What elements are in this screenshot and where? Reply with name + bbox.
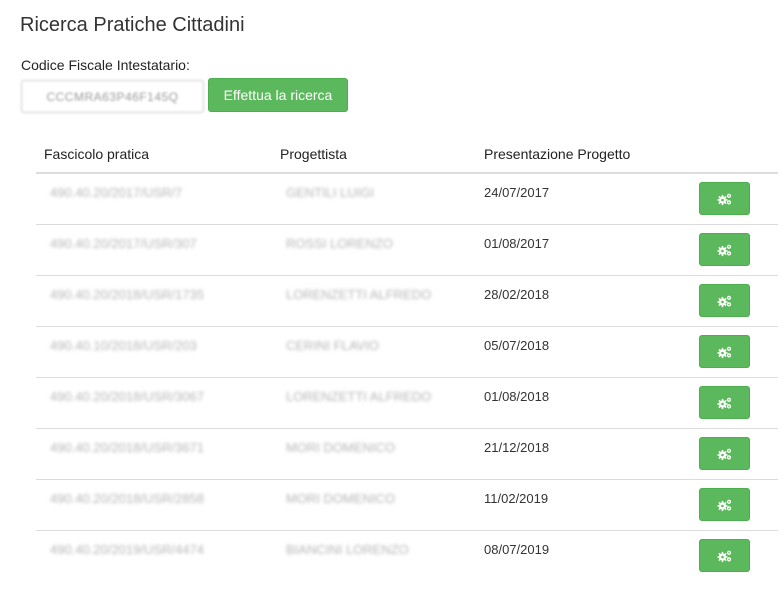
- cell-presentazione: 11/02/2019: [484, 491, 549, 506]
- header-presentazione: Presentazione Progetto: [484, 146, 631, 162]
- cell-fascicolo: 490.40.20/2017/USR/7: [50, 185, 183, 200]
- cell-progettista: MORI DOMENICO: [286, 440, 396, 455]
- row-action-button[interactable]: [699, 488, 750, 521]
- cell-fascicolo: 490.40.20/2018/USR/3671: [50, 440, 204, 455]
- cell-fascicolo: 490.40.20/2018/USR/3067: [50, 389, 204, 404]
- table-row: 490.40.20/2018/USR/3671 MORI DOMENICO 21/1…: [36, 429, 778, 480]
- table-header: Fascicolo pratica Progettista Presentazi…: [36, 138, 778, 174]
- cell-fascicolo: 490.40.20/2017/USR/307: [50, 236, 197, 251]
- cell-presentazione: 08/07/2019: [484, 542, 550, 557]
- cell-fascicolo: 490.40.20/2019/USR/4474: [50, 542, 204, 557]
- cell-progettista: LORENZETTI ALFREDO: [286, 287, 432, 302]
- cell-progettista: LORENZETTI ALFREDO: [286, 389, 432, 404]
- row-action-button[interactable]: [699, 233, 750, 266]
- results-table: Fascicolo pratica Progettista Presentazi…: [36, 138, 778, 581]
- cell-presentazione: 01/08/2018: [484, 389, 550, 404]
- cell-progettista: GENTILI LUIGI: [286, 185, 375, 200]
- gears-icon: [716, 498, 733, 512]
- page-title: Ricerca Pratiche Cittadini: [20, 14, 245, 36]
- cell-fascicolo: 490.40.20/2018/USR/2858: [50, 491, 204, 506]
- cell-fascicolo: 490.40.20/2018/USR/1735: [50, 287, 204, 302]
- cell-progettista: CERINI FLAVIO: [286, 338, 379, 353]
- table-row: 490.40.20/2018/USR/2858 MORI DOMENICO 11/0…: [36, 480, 778, 531]
- row-action-button[interactable]: [699, 284, 750, 317]
- cell-presentazione: 05/07/2018: [484, 338, 550, 353]
- codice-fiscale-input[interactable]: [21, 80, 204, 113]
- gears-icon: [716, 447, 733, 461]
- cell-presentazione: 01/08/2017: [484, 236, 550, 251]
- page: Ricerca Pratiche Cittadini Codice Fiscal…: [0, 0, 782, 610]
- gears-icon: [716, 345, 733, 359]
- cell-progettista: ROSSI LORENZO: [286, 236, 393, 251]
- gears-icon: [716, 549, 733, 563]
- row-action-button[interactable]: [699, 539, 750, 572]
- cell-progettista: MORI DOMENICO: [286, 491, 396, 506]
- row-action-button[interactable]: [699, 437, 750, 470]
- cell-presentazione: 28/02/2018: [484, 287, 550, 302]
- cell-progettista: BIANCINI LORENZO: [286, 542, 409, 557]
- table-row: 490.40.20/2019/USR/4474 BIANCINI LORENZO 0…: [36, 531, 778, 581]
- cell-fascicolo: 490.40.10/2018/USR/203: [50, 338, 197, 353]
- row-action-button[interactable]: [699, 335, 750, 368]
- gears-icon: [716, 192, 733, 206]
- table-body: 490.40.20/2017/USR/7 GENTILI LUIGI 24/07/2…: [36, 174, 778, 581]
- cell-presentazione: 24/07/2017: [484, 185, 550, 200]
- table-row: 490.40.20/2017/USR/7 GENTILI LUIGI 24/07/2…: [36, 174, 778, 225]
- header-fascicolo: Fascicolo pratica: [44, 146, 150, 162]
- gears-icon: [716, 294, 733, 308]
- gears-icon: [716, 243, 733, 257]
- table-row: 490.40.20/2018/USR/1735 LORENZETTI ALFRED…: [36, 276, 778, 327]
- row-action-button[interactable]: [699, 386, 750, 419]
- row-action-button[interactable]: [699, 182, 750, 215]
- gears-icon: [716, 396, 733, 410]
- cell-presentazione: 21/12/2018: [484, 440, 550, 455]
- header-progettista: Progettista: [280, 146, 347, 162]
- table-row: 490.40.20/2017/USR/307 ROSSI LORENZO 01/08…: [36, 225, 778, 276]
- search-button[interactable]: Effettua la ricerca: [208, 78, 348, 112]
- codice-fiscale-label: Codice Fiscale Intestatario:: [21, 57, 190, 73]
- table-row: 490.40.10/2018/USR/203 CERINI FLAVIO 05/07…: [36, 327, 778, 378]
- table-row: 490.40.20/2018/USR/3067 LORENZETTI ALFRED…: [36, 378, 778, 429]
